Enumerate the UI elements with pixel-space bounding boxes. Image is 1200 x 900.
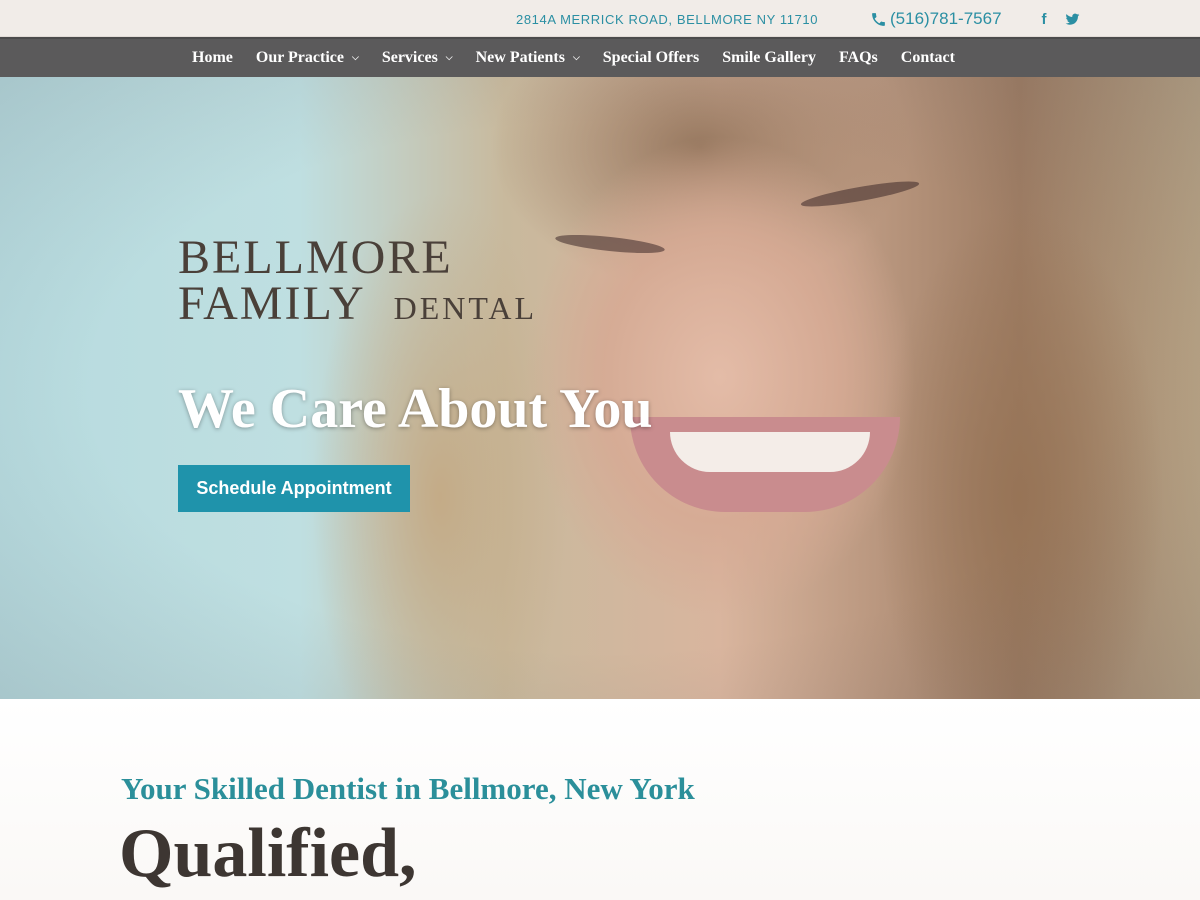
nav-label: Contact (900, 49, 955, 66)
logo-line-1: BELLMORE (178, 231, 453, 284)
nav-label: Home (192, 49, 233, 66)
nav-label: FAQs (838, 49, 878, 66)
phone-number: (516)781-7567 (890, 9, 1002, 28)
nav-label: Special Offers (602, 49, 700, 66)
twitter-bird-glyph (1065, 13, 1079, 25)
facebook-icon[interactable]: f (1036, 11, 1052, 28)
logo-line-3: DENTAL (393, 290, 538, 326)
nav-label: New Patients (475, 49, 565, 66)
phone-icon (872, 12, 885, 26)
chevron-down-icon: ⌵ (572, 53, 580, 63)
nav-menu: Home Our Practice ⌵ Services ⌵ New Patie… (192, 39, 955, 77)
section-headline: Qualified, (119, 815, 417, 892)
nav-item-faqs[interactable]: FAQs (839, 49, 878, 67)
main-navigation: Home Our Practice ⌵ Services ⌵ New Patie… (0, 37, 1200, 77)
chevron-down-icon: ⌵ (351, 53, 359, 63)
logo-line-2: FAMILY (178, 277, 366, 330)
top-contact-bar: 2814A MERRICK ROAD, BELLMORE NY 11710 (5… (0, 0, 1200, 37)
nav-item-services[interactable]: Services ⌵ (382, 49, 453, 67)
nav-label: Smile Gallery (722, 49, 816, 66)
section-subtitle: Your Skilled Dentist in Bellmore, New Yo… (121, 771, 695, 806)
nav-item-new-patients[interactable]: New Patients ⌵ (476, 49, 580, 67)
intro-section: Your Skilled Dentist in Bellmore, New Yo… (0, 699, 1200, 900)
hero-tagline: We Care About You (178, 378, 653, 440)
nav-item-smile-gallery[interactable]: Smile Gallery (722, 49, 816, 67)
nav-item-our-practice[interactable]: Our Practice ⌵ (256, 49, 359, 67)
hero-banner: BELLMORE FAMILY DENTAL We Care About You … (0, 77, 1200, 699)
twitter-icon[interactable] (1064, 11, 1080, 27)
nav-item-special-offers[interactable]: Special Offers (603, 49, 699, 67)
nav-item-contact[interactable]: Contact (901, 49, 955, 67)
address-text: 2814A MERRICK ROAD, BELLMORE NY 11710 (516, 12, 819, 27)
chevron-down-icon: ⌵ (445, 53, 453, 63)
schedule-appointment-button[interactable]: Schedule Appointment (178, 465, 410, 512)
nav-label: Services (381, 49, 438, 66)
brand-logo[interactable]: BELLMORE FAMILY DENTAL (178, 231, 538, 338)
phone-link[interactable]: (516)781-7567 (870, 9, 1002, 29)
nav-label: Our Practice (255, 49, 344, 66)
nav-item-home[interactable]: Home (192, 49, 233, 67)
